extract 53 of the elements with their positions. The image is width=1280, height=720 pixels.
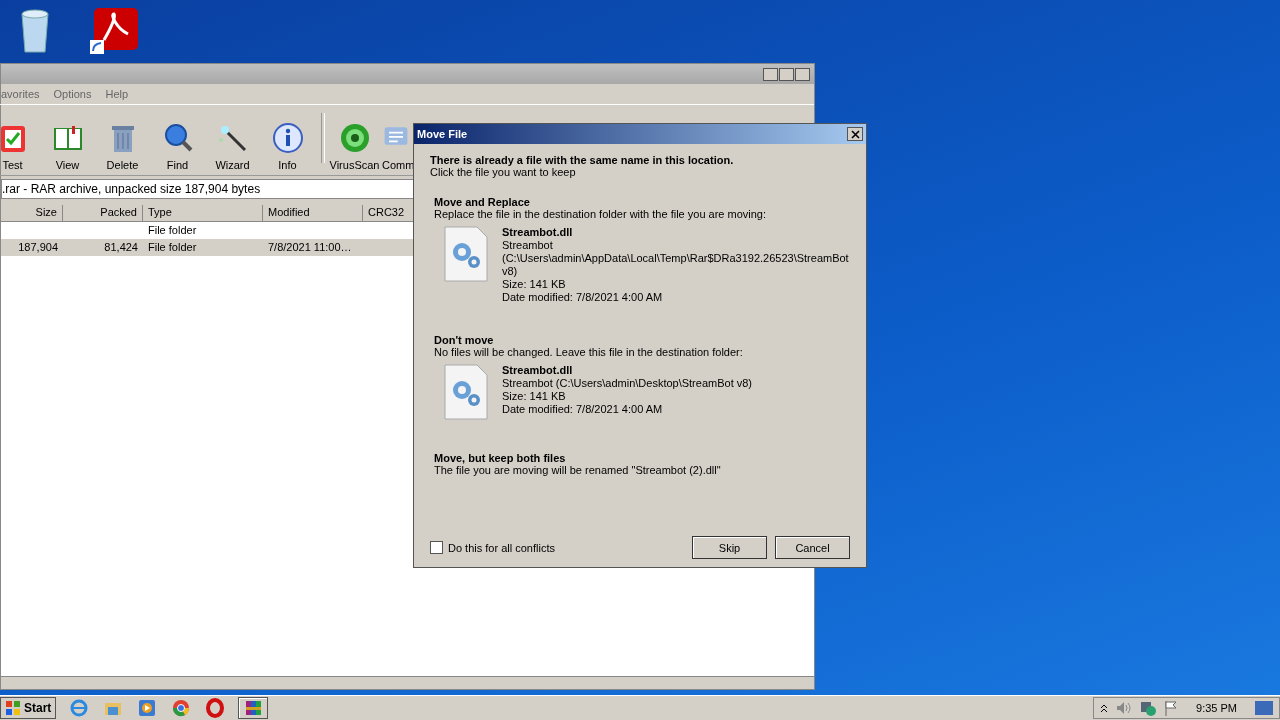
toolbar-button[interactable]: Info bbox=[260, 122, 315, 171]
flag-icon[interactable] bbox=[1164, 700, 1179, 716]
option-title[interactable]: Move, but keep both files bbox=[434, 452, 850, 464]
column-header[interactable]: Type bbox=[143, 205, 263, 222]
globe-icon bbox=[69, 698, 90, 718]
dialog-heading: There is already a file with the same name in this location. bbox=[430, 154, 735, 166]
toolbar-button[interactable]: Delete bbox=[95, 122, 150, 171]
clock[interactable]: 9:35 PM bbox=[1196, 702, 1237, 714]
menu-item[interactable]: avorites bbox=[1, 88, 40, 100]
table-cell-text: 7/8/2021 11:00… bbox=[267, 240, 353, 255]
file-detail: Streambot (C:\Users\admin\Desktop\StreamBot v8) bbox=[502, 377, 754, 390]
dialog-title: Move File bbox=[417, 128, 468, 140]
menu-item[interactable]: Help bbox=[105, 88, 129, 100]
info-icon bbox=[271, 122, 304, 154]
ring-icon bbox=[205, 698, 226, 718]
toolbar-button[interactable]: Test bbox=[0, 122, 40, 171]
taskbar-app[interactable] bbox=[238, 697, 269, 719]
toolbar-button[interactable]: Find bbox=[150, 122, 205, 171]
table-cell-text: 187,904 bbox=[17, 240, 59, 255]
toolbar-button[interactable]: View bbox=[40, 122, 95, 171]
file-detail: Date modified: 7/8/2021 4:00 AM bbox=[502, 403, 664, 416]
file-name: Streambot.dll bbox=[502, 226, 574, 239]
settings-file-icon bbox=[444, 226, 488, 282]
table-cell-text: 81,424 bbox=[103, 240, 139, 255]
file-detail: Size: 141 KB bbox=[502, 278, 567, 291]
dialog-button[interactable]: Skip bbox=[692, 536, 767, 559]
option-description: Replace the file in the destination folder with the file you are moving: bbox=[434, 208, 768, 220]
file-detail: Size: 141 KB bbox=[502, 390, 567, 403]
option-title[interactable]: Don't move bbox=[434, 334, 850, 346]
file-name: Streambot.dll bbox=[502, 364, 574, 377]
column-header[interactable]: Size bbox=[1, 205, 63, 222]
chevron-up-icon[interactable] bbox=[1100, 703, 1109, 713]
checkbox[interactable] bbox=[430, 541, 443, 554]
toolbar-button[interactable]: VirusScan bbox=[327, 122, 382, 171]
file-detail: Streambot bbox=[502, 239, 554, 252]
dialog-button[interactable]: Cancel bbox=[775, 536, 850, 559]
pdf-shortcut-icon[interactable] bbox=[90, 6, 140, 56]
option-description: The file you are moving will be renamed "Streambot (2).dll" bbox=[434, 464, 722, 476]
start-button[interactable]: Start bbox=[0, 697, 57, 719]
option-title[interactable]: Move and Replace bbox=[434, 196, 850, 208]
taskbar-app[interactable] bbox=[204, 697, 227, 719]
dialog-subheading: Click the file you want to keep bbox=[430, 166, 577, 178]
menu-item[interactable]: Options bbox=[53, 88, 92, 100]
option-description: No files will be changed. Leave this file in the destination folder: bbox=[434, 346, 744, 358]
four-squares-icon bbox=[5, 700, 21, 716]
table-cell-text: File folder bbox=[147, 240, 198, 255]
checkbox-label[interactable]: Do this for all conflicts bbox=[448, 541, 555, 554]
settings-file-icon bbox=[444, 364, 488, 420]
file-detail: Date modified: 7/8/2021 4:00 AM bbox=[502, 291, 664, 304]
column-header[interactable]: Packed bbox=[63, 205, 143, 222]
books-icon bbox=[243, 698, 264, 718]
toolbar-button[interactable]: Wizard bbox=[205, 122, 260, 171]
column-header[interactable]: Modified bbox=[263, 205, 363, 222]
